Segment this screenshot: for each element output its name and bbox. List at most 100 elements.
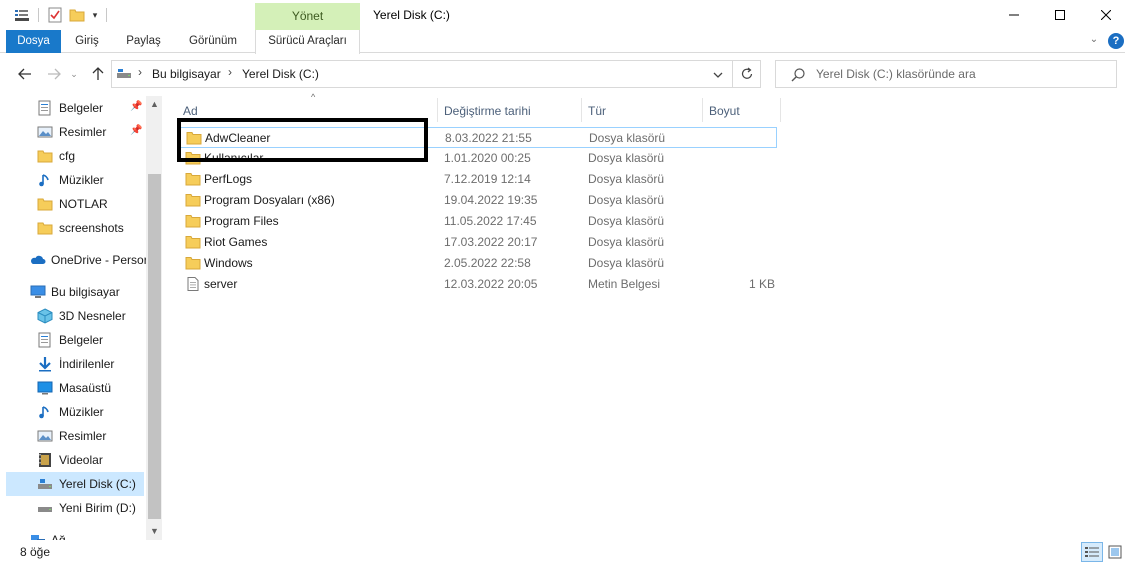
file-row-windows[interactable]: Windows 2.05.2022 22:58 Dosya klasörü xyxy=(178,253,777,274)
file-date: 8.03.2022 21:55 xyxy=(445,131,532,145)
help-icon[interactable]: ? xyxy=(1108,33,1124,49)
back-button[interactable] xyxy=(15,64,35,84)
arrow-right-icon xyxy=(48,68,61,80)
title-bar: ▾ Yönet Yerel Disk (C:) xyxy=(0,0,1125,30)
chevron-down-icon[interactable] xyxy=(710,68,726,82)
sidebar-item-label: Yerel Disk (C:) xyxy=(59,477,136,491)
close-button[interactable] xyxy=(1083,0,1125,30)
sidebar-item-notlar[interactable]: NOTLAR xyxy=(6,192,144,216)
large-icons-view-button[interactable] xyxy=(1105,542,1125,562)
scroll-down-icon[interactable]: ▼ xyxy=(146,523,162,540)
ribbon-tabs: Dosya Giriş Paylaş Görünüm Sürücü Araçla… xyxy=(0,30,1125,54)
details-view-icon xyxy=(1085,547,1099,557)
column-header-type[interactable]: Tür xyxy=(582,98,703,122)
sidebar-item-music[interactable]: Müzikler xyxy=(6,168,144,192)
search-box[interactable] xyxy=(775,60,1117,88)
scroll-up-icon[interactable]: ▲ xyxy=(146,96,162,113)
refresh-button[interactable] xyxy=(733,60,761,88)
properties-icon[interactable] xyxy=(13,6,31,24)
folder-icon xyxy=(185,173,201,186)
breadcrumb-separator[interactable]: › xyxy=(138,65,142,79)
new-folder-icon[interactable] xyxy=(68,6,86,24)
sidebar-item-documents-pc[interactable]: Belgeler xyxy=(6,328,144,352)
pictures-icon xyxy=(37,126,53,138)
sidebar-item-screenshots[interactable]: screenshots xyxy=(6,216,144,240)
file-row-perflogs[interactable]: PerfLogs 7.12.2019 12:14 Dosya klasörü xyxy=(178,169,777,190)
forward-button[interactable] xyxy=(44,64,64,84)
file-row-program-files[interactable]: Program Files 11.05.2022 17:45 Dosya kla… xyxy=(178,211,777,232)
sidebar-item-label: Ağ xyxy=(51,533,66,540)
pictures-icon xyxy=(37,430,53,442)
toolbar-separator xyxy=(38,8,39,22)
sidebar-item-new-volume-d[interactable]: Yeni Birim (D:) xyxy=(6,496,144,520)
sidebar-item-this-pc[interactable]: Bu bilgisayar xyxy=(6,280,144,304)
file-row-server[interactable]: server 12.03.2022 20:05 Metin Belgesi 1 … xyxy=(178,274,777,295)
toolbar-separator xyxy=(106,8,107,22)
folder-icon xyxy=(37,198,53,211)
sidebar-scrollbar[interactable]: ▲ ▼ xyxy=(146,96,162,540)
file-row-adwcleaner[interactable]: AdwCleaner 8.03.2022 21:55 Dosya klasörü xyxy=(178,127,777,148)
breadcrumb-local-disk[interactable]: Yerel Disk (C:) xyxy=(242,67,319,81)
pin-icon[interactable]: 📌 xyxy=(130,101,142,112)
sidebar-item-local-disk-c[interactable]: Yerel Disk (C:) xyxy=(6,472,144,496)
breadcrumb-this-pc[interactable]: Bu bilgisayar xyxy=(152,67,221,81)
sidebar-item-documents[interactable]: Belgeler 📌 xyxy=(6,96,144,120)
sidebar-item-network[interactable]: Ağ xyxy=(6,528,144,540)
minimize-button[interactable] xyxy=(991,0,1037,30)
up-button[interactable] xyxy=(88,64,108,84)
file-type: Dosya klasörü xyxy=(588,214,665,228)
sidebar-item-label: Müzikler xyxy=(59,173,104,187)
maximize-button[interactable] xyxy=(1037,0,1083,30)
recent-locations-chevron-icon[interactable]: ⌄ xyxy=(68,64,80,84)
window-title: Yerel Disk (C:) xyxy=(373,8,450,22)
sidebar-item-videos[interactable]: Videolar xyxy=(6,448,144,472)
file-name: Program Files xyxy=(204,214,279,228)
file-name: Kullanıcılar xyxy=(204,151,264,165)
desktop-icon xyxy=(37,381,53,395)
folder-icon xyxy=(186,132,202,145)
sidebar-item-label: OneDrive - Persor xyxy=(51,253,148,267)
file-type: Dosya klasörü xyxy=(589,131,666,145)
file-row-program-files-x86[interactable]: Program Dosyaları (x86) 19.04.2022 19:35… xyxy=(178,190,777,211)
column-header-name[interactable]: ^ Ad xyxy=(177,92,438,122)
address-bar[interactable]: › Bu bilgisayar › Yerel Disk (C:) xyxy=(111,60,733,88)
sidebar-item-downloads[interactable]: İndirilenler xyxy=(6,352,144,376)
sidebar-item-label: Belgeler xyxy=(59,101,104,115)
tab-share[interactable]: Paylaş xyxy=(115,30,172,53)
tab-drive-tools[interactable]: Sürücü Araçları xyxy=(255,30,360,54)
manage-tab[interactable]: Yönet xyxy=(255,3,360,30)
file-row-riot-games[interactable]: Riot Games 17.03.2022 20:17 Dosya klasör… xyxy=(178,232,777,253)
file-row-kullanicilar[interactable]: Kullanıcılar 1.01.2020 00:25 Dosya klasö… xyxy=(178,148,777,169)
music-icon xyxy=(39,406,49,419)
sidebar-item-music-pc[interactable]: Müzikler xyxy=(6,400,144,424)
sidebar-item-label: cfg xyxy=(59,149,76,163)
drive-icon xyxy=(38,479,52,489)
documents-icon xyxy=(38,100,51,116)
expand-ribbon-icon[interactable]: ⌄ xyxy=(1087,34,1101,48)
tab-file[interactable]: Dosya xyxy=(6,30,61,53)
sidebar-item-label: Resimler xyxy=(59,429,107,443)
sidebar-item-desktop[interactable]: Masaüstü xyxy=(6,376,144,400)
column-header-date[interactable]: Değiştirme tarihi xyxy=(438,98,582,122)
tab-view[interactable]: Görünüm xyxy=(175,30,251,53)
sidebar-item-pictures-pc[interactable]: Resimler xyxy=(6,424,144,448)
checklist-icon[interactable] xyxy=(46,6,64,24)
sidebar-item-onedrive[interactable]: OneDrive - Persor xyxy=(6,248,148,272)
breadcrumb-separator[interactable]: › xyxy=(228,65,232,79)
sidebar-item-3d-objects[interactable]: 3D Nesneler xyxy=(6,304,144,328)
column-label: Boyut xyxy=(709,104,740,118)
file-list: ^ Ad Değiştirme tarihi Tür Boyut AdwClea… xyxy=(168,92,1125,540)
music-icon xyxy=(39,174,49,187)
scrollbar-thumb[interactable] xyxy=(148,174,161,519)
tab-home[interactable]: Giriş xyxy=(63,30,111,53)
pin-icon[interactable]: 📌 xyxy=(130,125,142,136)
customize-toolbar-icon[interactable]: ▾ xyxy=(89,6,101,24)
search-input[interactable] xyxy=(816,66,1106,82)
details-view-button[interactable] xyxy=(1081,542,1103,562)
drive-icon xyxy=(117,69,131,78)
sidebar-item-label: Resimler xyxy=(59,125,107,139)
sidebar-item-cfg[interactable]: cfg xyxy=(6,144,144,168)
sidebar-item-pictures[interactable]: Resimler 📌 xyxy=(6,120,144,144)
navigation-pane: Belgeler 📌 Resimler 📌 cfg Müzikler NOTLA… xyxy=(0,96,162,540)
column-header-size[interactable]: Boyut xyxy=(703,98,781,122)
